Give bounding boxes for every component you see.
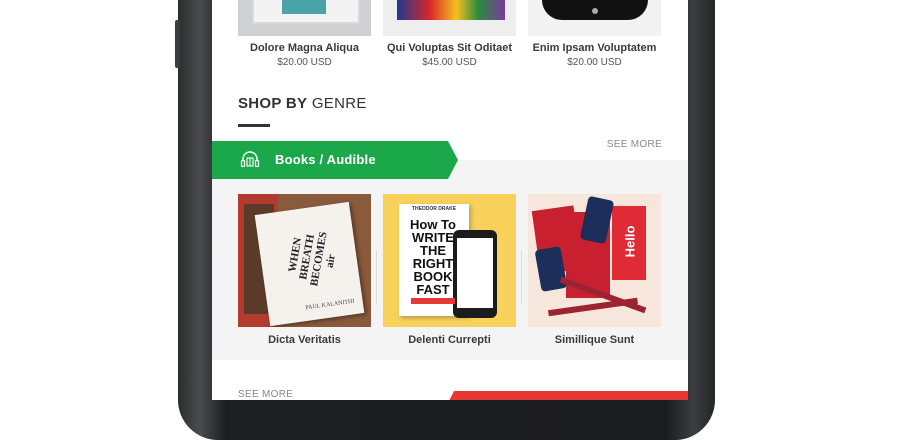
see-more-link[interactable]: SEE MORE [607,139,662,150]
book-title[interactable]: Simillique Sunt [528,334,661,346]
product-image[interactable] [528,0,661,36]
product-name[interactable]: Dolore Magna Aliqua [238,42,371,54]
genre-label: Books / Audible [275,152,376,167]
product-image[interactable] [238,0,371,36]
app-screen[interactable]: Dolore Magna Aliqua $20.00 USD Qui Volup… [212,0,688,400]
phone-side-button [175,20,180,68]
book-cover-image[interactable]: Hello [528,194,661,327]
see-more-link[interactable]: SEE MORE [238,389,293,400]
section-title: SHOP BY GENRE [238,95,367,112]
book-cover-author: THEODOR DRAKE [411,206,457,212]
book-cover-image[interactable]: THEODOR DRAKE How To WRITE THE RIGHT BOO… [383,194,516,327]
divider [521,250,522,305]
book-title[interactable]: Dicta Veritatis [238,334,371,346]
book-cover-title: How To WRITE THE RIGHT BOOK FAST [410,217,456,297]
headphones-book-icon [240,151,260,168]
product-price: $20.00 USD [277,57,332,68]
book-cover-title: Hello [622,225,638,258]
product-price: $45.00 USD [422,57,477,68]
section-title-rest: GENRE [311,95,367,112]
product-name[interactable]: Qui Voluptas Sit Oditaet [383,42,516,54]
product-price: $20.00 USD [567,57,622,68]
section-title-bold: SHOP BY [238,95,308,112]
book-title[interactable]: Delenti Currepti [383,334,516,346]
promo-banner[interactable] [444,391,688,400]
product-image[interactable] [383,0,516,36]
book-cover-image[interactable]: WHEN BREATH BECOMES air PAUL KALANITHI [238,194,371,327]
divider [376,250,377,305]
title-underline [238,124,270,127]
product-name[interactable]: Enim Ipsam Voluptatem [528,42,661,54]
